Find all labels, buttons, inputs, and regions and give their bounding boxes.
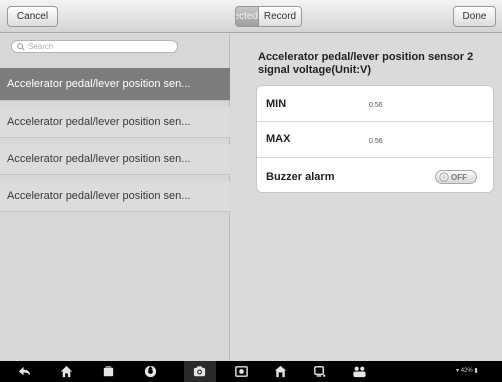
max-label: MAX: [266, 133, 291, 145]
sensor-list: Accelerator pedal/lever position sen... …: [0, 68, 230, 212]
remote-support-icon[interactable]: [352, 364, 367, 379]
browser-icon[interactable]: [143, 364, 158, 379]
threshold-card: MIN 0.56 MAX 0.56 Buzzer alarm OFF: [256, 85, 494, 193]
list-item[interactable]: Accelerator pedal/lever position sen...: [0, 144, 230, 175]
sensor-list-panel: Search Accelerator pedal/lever position …: [0, 34, 230, 361]
cancel-button[interactable]: Cancel: [7, 6, 58, 27]
back-icon[interactable]: [17, 364, 32, 379]
max-row[interactable]: MAX 0.56: [257, 122, 493, 158]
status-battery: ▾ 42% ▮: [456, 367, 478, 374]
buzzer-state: OFF: [451, 172, 467, 182]
toggle-knob-icon: [439, 172, 449, 182]
camera-icon[interactable]: [192, 364, 207, 379]
tab-record[interactable]: Record: [258, 6, 302, 27]
display-icon[interactable]: [234, 364, 249, 379]
list-item[interactable]: Accelerator pedal/lever position sen...: [0, 68, 230, 101]
detail-panel: Accelerator pedal/lever position sensor …: [231, 34, 502, 361]
shop-icon[interactable]: [312, 364, 327, 379]
search-input[interactable]: Search: [11, 40, 178, 53]
vci-icon[interactable]: [273, 364, 288, 379]
view-segmented-control: Selected Record: [235, 6, 302, 27]
list-item[interactable]: Accelerator pedal/lever position sen...: [0, 107, 230, 138]
max-value[interactable]: 0.56: [369, 138, 383, 145]
buzzer-row: Buzzer alarm OFF: [257, 158, 493, 192]
home-icon[interactable]: [59, 364, 74, 379]
system-navbar: ▾ 42% ▮: [0, 361, 502, 382]
min-label: MIN: [266, 98, 287, 110]
top-toolbar: Cancel Selected Record Done: [0, 0, 502, 33]
search-placeholder: Search: [28, 42, 54, 51]
recent-apps-icon[interactable]: [101, 364, 116, 379]
tab-selected[interactable]: Selected: [235, 6, 258, 27]
list-item[interactable]: Accelerator pedal/lever position sen...: [0, 181, 230, 212]
done-button[interactable]: Done: [453, 6, 496, 27]
search-icon: [17, 42, 25, 51]
battery-icon: ▮: [472, 368, 478, 374]
battery-level: 42%: [460, 368, 473, 374]
buzzer-toggle[interactable]: OFF: [435, 170, 477, 184]
detail-title: Accelerator pedal/lever position sensor …: [258, 51, 474, 76]
min-row[interactable]: MIN 0.56: [257, 86, 493, 122]
buzzer-label: Buzzer alarm: [266, 171, 335, 183]
min-value[interactable]: 0.56: [369, 102, 383, 109]
